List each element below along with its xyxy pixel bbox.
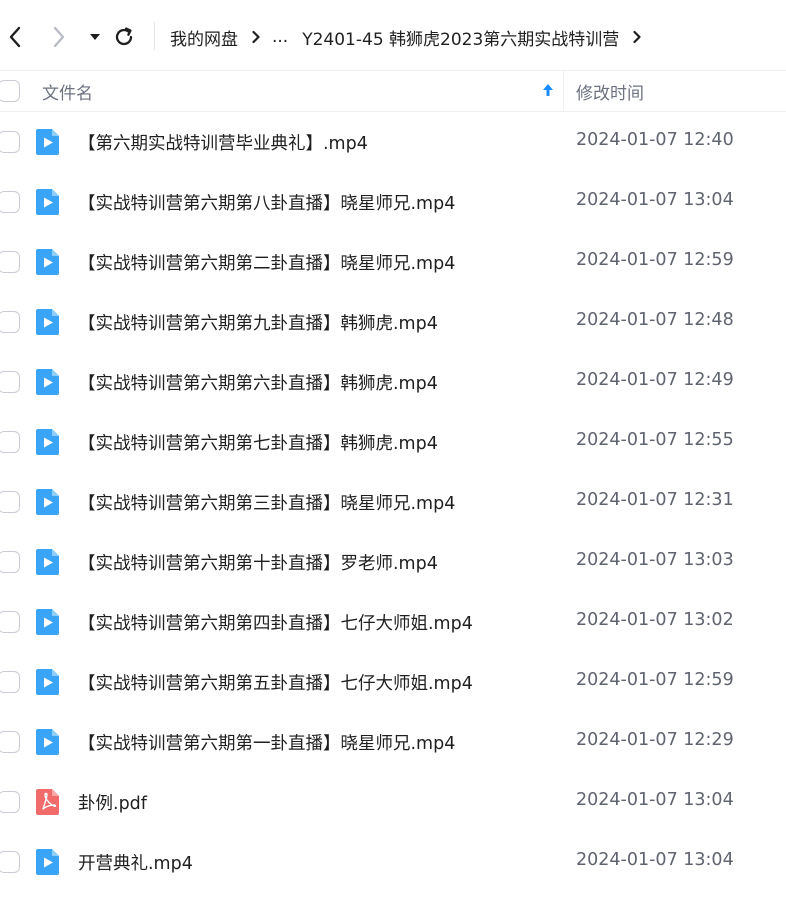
file-name[interactable]: 【实战特训营第六期第四卦直播】七仔大师姐.mp4	[78, 610, 473, 635]
file-row[interactable]: 卦例.pdf 2024-01-07 13:04	[0, 772, 786, 832]
file-table-header: 文件名 修改时间	[0, 70, 786, 112]
file-modified-time: 2024-01-07 12:48	[576, 310, 734, 330]
column-header-filename[interactable]: 文件名	[42, 79, 93, 104]
file-row[interactable]: 【实战特训营第六期第二卦直播】晓星师兄.mp4 2024-01-07 12:59	[0, 232, 786, 292]
file-modified-time: 2024-01-07 13:02	[576, 610, 734, 630]
row-checkbox[interactable]	[0, 791, 20, 813]
breadcrumb-root[interactable]: 我的网盘	[170, 25, 238, 50]
video-file-icon	[36, 249, 59, 275]
file-list: 【第六期实战特训营毕业典礼】.mp4 2024-01-07 12:40 【实战特训营…	[0, 112, 786, 892]
row-checkbox[interactable]	[0, 851, 20, 873]
file-name[interactable]: 开营典礼.mp4	[78, 850, 193, 875]
breadcrumb-current[interactable]: Y2401-45 韩狮虎2023第六期实战特训营	[302, 25, 619, 50]
chevron-right-icon[interactable]	[632, 30, 642, 44]
file-row[interactable]: 【实战特训营第六期第六卦直播】韩狮虎.mp4 2024-01-07 12:49	[0, 352, 786, 412]
row-checkbox[interactable]	[0, 431, 20, 453]
file-row[interactable]: 【实战特训营第六期第一卦直播】晓星师兄.mp4 2024-01-07 12:29	[0, 712, 786, 772]
file-name[interactable]: 【实战特训营第六期第二卦直播】晓星师兄.mp4	[78, 250, 455, 275]
column-divider	[563, 71, 564, 112]
row-checkbox[interactable]	[0, 611, 20, 633]
file-modified-time: 2024-01-07 12:29	[576, 730, 734, 750]
row-checkbox[interactable]	[0, 551, 20, 573]
file-row[interactable]: 【实战特训营第六期第五卦直播】七仔大师姐.mp4 2024-01-07 12:59	[0, 652, 786, 712]
back-button[interactable]	[0, 20, 30, 54]
video-file-icon	[36, 849, 59, 875]
file-modified-time: 2024-01-07 13:03	[576, 550, 734, 570]
pdf-file-icon	[36, 789, 59, 815]
navigation-bar: 我的网盘 ... Y2401-45 韩狮虎2023第六期实战特训营	[0, 0, 786, 70]
video-file-icon	[36, 609, 59, 635]
file-row[interactable]: 【实战特训营第六期第三卦直播】晓星师兄.mp4 2024-01-07 12:31	[0, 472, 786, 532]
file-name[interactable]: 【实战特训营第六期第七卦直播】韩狮虎.mp4	[78, 430, 438, 455]
forward-button[interactable]	[44, 20, 74, 54]
file-name[interactable]: 【实战特训营第六期第一卦直播】晓星师兄.mp4	[78, 730, 455, 755]
refresh-button[interactable]	[109, 20, 139, 54]
history-dropdown-button[interactable]	[80, 20, 110, 54]
file-name[interactable]: 【实战特训营第六期第八卦直播】晓星师兄.mp4	[78, 190, 455, 215]
breadcrumb-ellipsis[interactable]: ...	[272, 27, 288, 47]
video-file-icon	[36, 189, 59, 215]
chevron-right-icon	[251, 30, 261, 44]
file-modified-time: 2024-01-07 13:04	[576, 850, 734, 870]
column-header-modified-time[interactable]: 修改时间	[576, 79, 644, 104]
video-file-icon	[36, 669, 59, 695]
file-modified-time: 2024-01-07 12:31	[576, 490, 734, 510]
row-checkbox[interactable]	[0, 191, 20, 213]
file-modified-time: 2024-01-07 13:04	[576, 790, 734, 810]
file-modified-time: 2024-01-07 12:59	[576, 250, 734, 270]
video-file-icon	[36, 549, 59, 575]
file-row[interactable]: 【实战特训营第六期第九卦直播】韩狮虎.mp4 2024-01-07 12:48	[0, 292, 786, 352]
row-checkbox[interactable]	[0, 491, 20, 513]
nav-divider	[154, 22, 155, 50]
row-checkbox[interactable]	[0, 731, 20, 753]
file-name[interactable]: 【实战特训营第六期第六卦直播】韩狮虎.mp4	[78, 370, 438, 395]
arrow-up-icon[interactable]	[541, 82, 555, 103]
file-row[interactable]: 【实战特训营第六期第十卦直播】罗老师.mp4 2024-01-07 13:03	[0, 532, 786, 592]
row-checkbox[interactable]	[0, 311, 20, 333]
file-name[interactable]: 卦例.pdf	[78, 790, 147, 815]
file-modified-time: 2024-01-07 13:04	[576, 190, 734, 210]
file-row[interactable]: 【实战特训营第六期第七卦直播】韩狮虎.mp4 2024-01-07 12:55	[0, 412, 786, 472]
file-modified-time: 2024-01-07 12:59	[576, 670, 734, 690]
file-name[interactable]: 【第六期实战特训营毕业典礼】.mp4	[78, 130, 368, 155]
row-checkbox[interactable]	[0, 131, 20, 153]
video-file-icon	[36, 729, 59, 755]
refresh-icon	[115, 27, 133, 46]
video-file-icon	[36, 309, 59, 335]
chevron-left-icon	[9, 26, 21, 48]
row-checkbox[interactable]	[0, 671, 20, 693]
file-modified-time: 2024-01-07 12:49	[576, 370, 734, 390]
file-name[interactable]: 【实战特训营第六期第三卦直播】晓星师兄.mp4	[78, 490, 455, 515]
row-checkbox[interactable]	[0, 251, 20, 273]
file-row[interactable]: 【实战特训营第六期第四卦直播】七仔大师姐.mp4 2024-01-07 13:02	[0, 592, 786, 652]
video-file-icon	[36, 369, 59, 395]
file-name[interactable]: 【实战特训营第六期第五卦直播】七仔大师姐.mp4	[78, 670, 473, 695]
file-name[interactable]: 【实战特训营第六期第九卦直播】韩狮虎.mp4	[78, 310, 438, 335]
chevron-right-icon	[53, 26, 65, 48]
video-file-icon	[36, 429, 59, 455]
file-name[interactable]: 【实战特训营第六期第十卦直播】罗老师.mp4	[78, 550, 438, 575]
file-modified-time: 2024-01-07 12:40	[576, 130, 734, 150]
file-row[interactable]: 【实战特训营第六期第八卦直播】晓星师兄.mp4 2024-01-07 13:04	[0, 172, 786, 232]
video-file-icon	[36, 129, 59, 155]
file-row[interactable]: 开营典礼.mp4 2024-01-07 13:04	[0, 832, 786, 892]
select-all-checkbox[interactable]	[0, 80, 20, 102]
file-row[interactable]: 【第六期实战特训营毕业典礼】.mp4 2024-01-07 12:40	[0, 112, 786, 172]
row-checkbox[interactable]	[0, 371, 20, 393]
breadcrumb: 我的网盘 ... Y2401-45 韩狮虎2023第六期实战特训营	[170, 22, 653, 52]
file-modified-time: 2024-01-07 12:55	[576, 430, 734, 450]
caret-down-icon	[90, 34, 100, 40]
video-file-icon	[36, 489, 59, 515]
